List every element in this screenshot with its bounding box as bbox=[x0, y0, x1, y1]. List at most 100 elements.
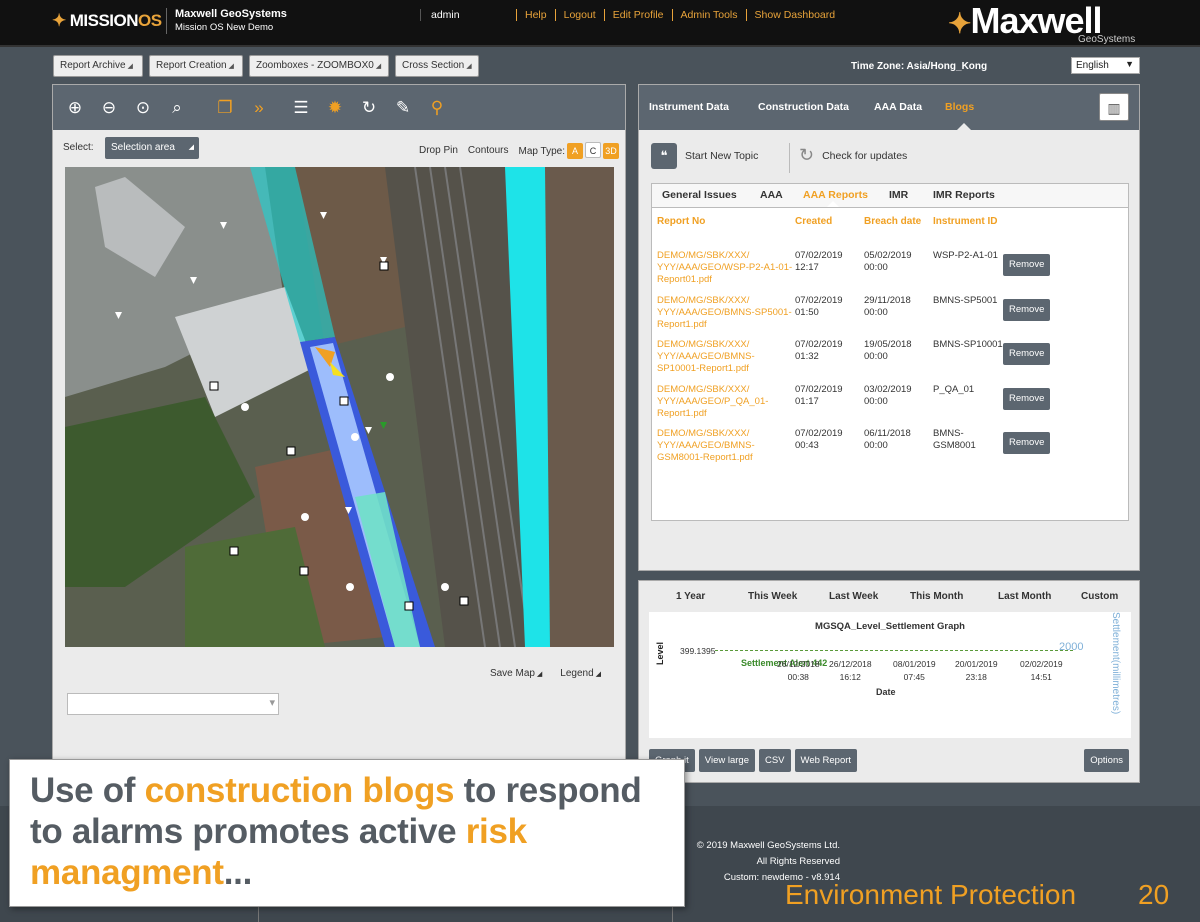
range-this-week[interactable]: This Week bbox=[748, 591, 797, 602]
zoom-in-icon[interactable]: ⊕ bbox=[63, 96, 87, 120]
speech-bubble-icon: ❝ bbox=[651, 143, 677, 169]
callout-box: Use of construction blogs to respond to … bbox=[9, 759, 685, 907]
table-row: DEMO/MG/SBK/XXX/ YYY/AAA/GEO/P_QA_01-Rep… bbox=[657, 382, 1127, 427]
active-tab-caret bbox=[957, 123, 971, 130]
range-this-month[interactable]: This Month bbox=[910, 591, 963, 602]
map-type-3d[interactable]: 3D bbox=[603, 143, 619, 159]
logo-star-icon: ✦ bbox=[52, 11, 66, 30]
contours-link[interactable]: Contours bbox=[468, 145, 509, 156]
created-cell: 07/02/2019 12:17 bbox=[795, 250, 843, 273]
drop-pin-link[interactable]: Drop Pin bbox=[419, 145, 458, 156]
report-link[interactable]: DEMO/MG/SBK/XXX/ YYY/AAA/GEO/BMNS-SP1000… bbox=[657, 337, 795, 382]
range-last-month[interactable]: Last Month bbox=[998, 591, 1051, 602]
select-row: Select: Selection area Drop Pin Contours… bbox=[63, 137, 619, 159]
options-button[interactable]: Options bbox=[1084, 749, 1129, 772]
active-issue-caret bbox=[827, 201, 839, 207]
map-type-a[interactable]: A bbox=[567, 143, 583, 159]
language-select[interactable]: English ▼ bbox=[1071, 57, 1140, 74]
nav-admin-tools[interactable]: Admin Tools bbox=[671, 9, 746, 21]
alert-line bbox=[715, 650, 1073, 651]
check-updates-button[interactable]: ↻ Check for updates bbox=[799, 145, 907, 166]
pan-icon[interactable]: ⌕ bbox=[165, 96, 189, 120]
refresh-icon: ↻ bbox=[799, 145, 815, 165]
missionos-logo[interactable]: ✦ MISSIONOS bbox=[52, 11, 162, 31]
y-axis-label: Level bbox=[655, 641, 665, 665]
web-report-button[interactable]: Web Report bbox=[794, 749, 858, 772]
nav-help[interactable]: Help bbox=[516, 9, 555, 21]
tab-aaa-reports[interactable]: AAA Reports bbox=[803, 189, 868, 201]
table-row: DEMO/MG/SBK/XXX/ YYY/AAA/GEO/BMNS-SP1000… bbox=[657, 337, 1127, 382]
tab-construction-data[interactable]: Construction Data bbox=[758, 101, 849, 113]
remove-button[interactable]: Remove bbox=[1003, 254, 1051, 276]
zoom-out-icon[interactable]: ⊖ bbox=[97, 96, 121, 120]
instrument-cell: WSP-P2-A1-01 bbox=[933, 250, 998, 261]
x-tick: 08/01/2019 07:45 bbox=[893, 659, 936, 682]
range-1-year[interactable]: 1 Year bbox=[676, 591, 705, 602]
reports-table: Report No Created Breach date Instrument… bbox=[657, 214, 1127, 471]
nav-logout[interactable]: Logout bbox=[554, 9, 604, 21]
callout-text: Use of construction blogs to respond to … bbox=[30, 771, 642, 892]
range-last-week[interactable]: Last Week bbox=[829, 591, 878, 602]
col-created: Created bbox=[795, 216, 833, 227]
map-panel: ⊕ ⊖ ⊙ ⌕ ❐ » ☰ ✹ ↻ ✎ ⚲ Select: Selection … bbox=[52, 84, 626, 760]
forward-icon[interactable]: » bbox=[247, 96, 271, 120]
brand-sub: GeoSystems bbox=[1078, 34, 1136, 45]
start-new-topic-button[interactable]: ❝ Start New Topic bbox=[651, 143, 758, 169]
tab-aaa-data[interactable]: AAA Data bbox=[874, 101, 922, 113]
pencil-icon[interactable]: ✎ bbox=[391, 96, 415, 120]
x-tick: 02/02/2019 14:51 bbox=[1020, 659, 1063, 682]
csv-button[interactable]: CSV bbox=[758, 749, 791, 772]
report-archive-dropdown[interactable]: Report Archive bbox=[53, 55, 143, 77]
tab-instrument-data[interactable]: Instrument Data bbox=[649, 101, 729, 113]
page-number: 20 bbox=[1138, 879, 1170, 910]
layers-icon[interactable]: ❐ bbox=[213, 96, 237, 120]
remove-button[interactable]: Remove bbox=[1003, 298, 1051, 321]
instrument-cell: BMNS-SP10001 bbox=[933, 339, 1003, 350]
nav-edit-profile[interactable]: Edit Profile bbox=[603, 9, 672, 21]
tab-imr[interactable]: IMR bbox=[889, 189, 908, 201]
y-axis-value: 399.1395 bbox=[680, 646, 716, 656]
report-link[interactable]: DEMO/MG/SBK/XXX/ YYY/AAA/GEO/BMNS-SP5001… bbox=[657, 293, 795, 338]
zoomboxes-dropdown[interactable]: Zoomboxes - ZOOMBOX0 bbox=[249, 55, 389, 77]
remove-button[interactable]: Remove bbox=[1003, 432, 1051, 454]
tab-general-issues[interactable]: General Issues bbox=[662, 189, 737, 201]
bar-chart-icon[interactable]: ▥ bbox=[1099, 93, 1129, 121]
tab-aaa[interactable]: AAA bbox=[760, 189, 783, 201]
report-link[interactable]: DEMO/MG/SBK/XXX/ YYY/AAA/GEO/BMNS-GSM800… bbox=[657, 426, 795, 471]
settlement-graph[interactable]: MGSQA_Level_Settlement Graph Level 399.1… bbox=[649, 612, 1131, 738]
tab-imr-reports[interactable]: IMR Reports bbox=[933, 189, 995, 201]
pin-icon[interactable]: ⚲ bbox=[425, 96, 449, 120]
col-instrument-id: Instrument ID bbox=[933, 216, 998, 227]
range-custom[interactable]: Custom bbox=[1081, 591, 1118, 602]
user-name: admin bbox=[420, 9, 460, 21]
section-title: Environment Protection bbox=[785, 879, 1077, 910]
zoom-extent-icon[interactable]: ⊙ bbox=[131, 96, 155, 120]
report-creation-dropdown[interactable]: Report Creation bbox=[149, 55, 243, 77]
report-link[interactable]: DEMO/MG/SBK/XXX/ YYY/AAA/GEO/P_QA_01-Rep… bbox=[657, 382, 795, 427]
x-tick: 26/12/2018 16:12 bbox=[829, 659, 872, 682]
created-cell: 07/02/2019 01:32 bbox=[795, 339, 843, 362]
legend-dropdown[interactable]: Legend bbox=[560, 668, 601, 679]
remove-button[interactable]: Remove bbox=[1003, 343, 1051, 365]
bulb-icon[interactable]: ✹ bbox=[323, 96, 347, 120]
save-map-dropdown[interactable]: Save Map bbox=[490, 668, 542, 679]
x-axis-label: Date bbox=[876, 687, 896, 697]
list-icon[interactable]: ☰ bbox=[289, 96, 313, 120]
layer-combo[interactable] bbox=[67, 693, 279, 715]
report-link[interactable]: DEMO/MG/SBK/XXX/ YYY/AAA/GEO/WSP-P2-A1-0… bbox=[657, 248, 795, 293]
select-label: Select: bbox=[63, 142, 94, 153]
col-report-no: Report No bbox=[657, 216, 706, 227]
map-type-c[interactable]: C bbox=[585, 142, 601, 158]
created-cell: 07/02/2019 00:43 bbox=[795, 428, 843, 451]
view-large-button[interactable]: View large bbox=[698, 749, 755, 772]
nav-show-dashboard[interactable]: Show Dashboard bbox=[745, 9, 844, 21]
table-row: DEMO/MG/SBK/XXX/ YYY/AAA/GEO/BMNS-SP5001… bbox=[657, 293, 1127, 338]
issue-tabs: General Issues AAA AAA Reports IMR IMR R… bbox=[652, 184, 1128, 208]
breach-cell: 03/02/2019 00:00 bbox=[864, 383, 912, 407]
selection-area-dropdown[interactable]: Selection area bbox=[105, 137, 199, 159]
refresh-icon[interactable]: ↻ bbox=[357, 96, 381, 120]
cross-section-dropdown[interactable]: Cross Section bbox=[395, 55, 479, 77]
remove-button[interactable]: Remove bbox=[1003, 387, 1051, 410]
tab-blogs[interactable]: Blogs bbox=[945, 101, 974, 113]
satellite-map[interactable] bbox=[65, 167, 614, 647]
